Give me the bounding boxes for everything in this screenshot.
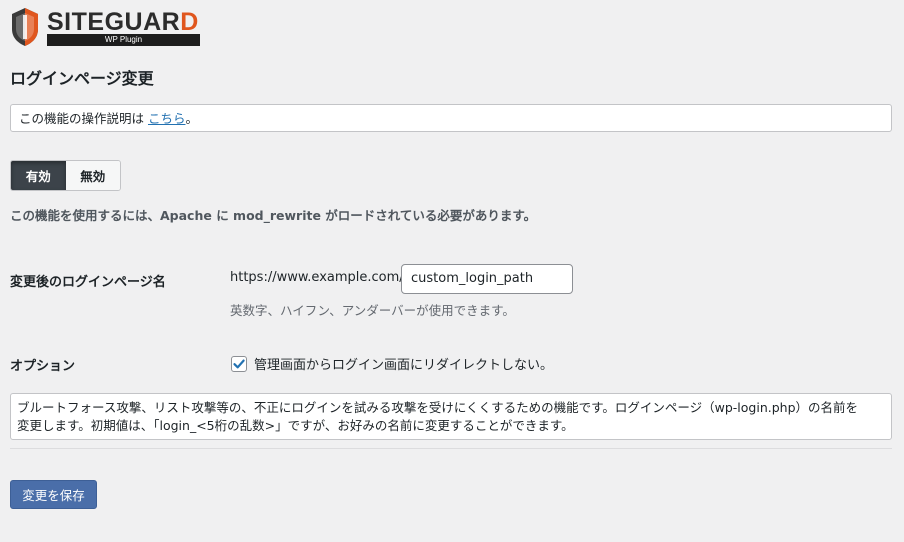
shield-icon <box>12 8 38 46</box>
save-button[interactable]: 変更を保存 <box>10 480 97 509</box>
logo-subtitle: WP Plugin <box>47 34 200 46</box>
requirement-notice: この機能を使用するには、Apache に mod_rewrite がロードされて… <box>10 208 537 223</box>
redirect-checkbox[interactable] <box>231 356 247 372</box>
description-line-2: 変更します。初期値は、「login_<5桁の乱数>」ですが、お好みの名前に変更す… <box>17 418 574 433</box>
login-page-name-label: 変更後のログインページ名 <box>10 275 166 290</box>
login-path-hint: 英数字、ハイフン、アンダーバーが使用できます。 <box>230 303 515 318</box>
info-suffix: 。 <box>185 111 199 126</box>
url-prefix: https://www.example.com/ <box>230 270 404 285</box>
option-label: オプション <box>10 359 76 374</box>
login-path-input[interactable]: custom_login_path <box>401 264 573 294</box>
help-link[interactable]: こちら <box>148 111 186 126</box>
info-box: この機能の操作説明は こちら。 <box>10 104 892 132</box>
feature-description: ブルートフォース攻撃、リスト攻撃等の、不正にログインを試みる攻撃を受けにくくする… <box>10 393 892 440</box>
divider <box>10 448 892 449</box>
siteguard-logo: SITEGUARD WP Plugin <box>10 7 202 49</box>
redirect-checkbox-label[interactable]: 管理画面からログイン画面にリダイレクトしない。 <box>254 354 553 373</box>
info-text: この機能の操作説明は <box>19 111 148 126</box>
toggle-off-button[interactable]: 無効 <box>65 161 120 190</box>
logo-wordmark: SITEGUARD <box>47 8 199 36</box>
page-title: ログインページ変更 <box>10 69 154 88</box>
checkmark-icon <box>233 359 245 369</box>
description-line-1: ブルートフォース攻撃、リスト攻撃等の、不正にログインを試みる攻撃を受けにくくする… <box>17 400 859 415</box>
enable-toggle[interactable]: 有効 無効 <box>10 160 121 191</box>
toggle-on-button[interactable]: 有効 <box>11 161 66 190</box>
